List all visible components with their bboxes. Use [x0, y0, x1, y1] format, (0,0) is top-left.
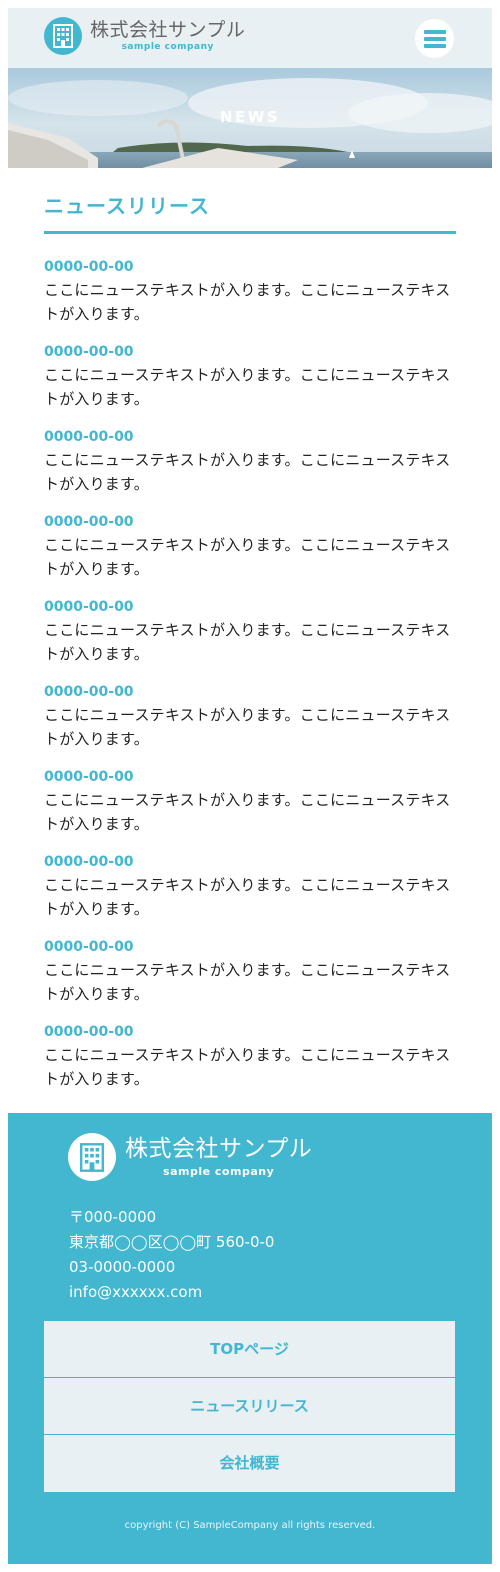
logo-company-name: 株式会社サンプル	[90, 18, 246, 41]
news-date: 0000-00-00	[44, 259, 134, 275]
news-text: ここにニューステキストが入ります。ここにニューステキストが入ります。	[44, 281, 451, 323]
site-logo[interactable]: 株式会社サンプル sample company	[44, 17, 245, 55]
building-icon	[44, 17, 82, 55]
site-header: 株式会社サンプル sample company	[8, 8, 492, 68]
building-icon	[68, 1133, 116, 1181]
hamburger-menu-icon[interactable]	[415, 19, 454, 58]
news-date: 0000-00-00	[44, 599, 134, 615]
footer-nav-company[interactable]: 会社概要	[44, 1435, 455, 1492]
footer-company-sub: sample company	[163, 1164, 275, 1178]
news-date: 0000-00-00	[44, 429, 134, 445]
news-item[interactable]: 0000-00-00 ここにニューステキストが入ります。ここにニューステキストが…	[44, 258, 456, 343]
news-date: 0000-00-00	[44, 939, 134, 955]
news-list: 0000-00-00 ここにニューステキストが入ります。ここにニューステキストが…	[44, 258, 456, 1108]
news-date: 0000-00-00	[44, 854, 134, 870]
page-title: ニュースリリース	[44, 190, 456, 234]
hero-banner: NEWS	[8, 68, 492, 168]
footer-address: 東京都◯◯区◯◯町 560-0-0	[69, 1233, 275, 1251]
footer-nav: TOPページ ニュースリリース 会社概要	[44, 1321, 455, 1492]
news-text: ここにニューステキストが入ります。ここにニューステキストが入ります。	[44, 621, 451, 663]
news-date: 0000-00-00	[44, 1024, 134, 1040]
news-item[interactable]: 0000-00-00 ここにニューステキストが入ります。ここにニューステキストが…	[44, 683, 456, 768]
logo-company-sub: sample company	[121, 41, 214, 52]
news-text: ここにニューステキストが入ります。ここにニューステキストが入ります。	[44, 1046, 451, 1088]
news-item[interactable]: 0000-00-00 ここにニューステキストが入ります。ここにニューステキストが…	[44, 768, 456, 853]
news-date: 0000-00-00	[44, 684, 134, 700]
news-date: 0000-00-00	[44, 344, 134, 360]
footer-logo[interactable]: 株式会社サンプル sample company	[68, 1133, 312, 1181]
footer-email: info@xxxxxx.com	[69, 1283, 203, 1301]
footer-company-name: 株式会社サンプル	[125, 1135, 313, 1162]
footer-phone: 03-0000-0000	[69, 1258, 176, 1276]
footer-contact: 〒000-0000 東京都◯◯区◯◯町 560-0-0 03-0000-0000…	[69, 1205, 274, 1305]
news-text: ここにニューステキストが入ります。ここにニューステキストが入ります。	[44, 876, 451, 918]
news-item[interactable]: 0000-00-00 ここにニューステキストが入ります。ここにニューステキストが…	[44, 598, 456, 683]
news-item[interactable]: 0000-00-00 ここにニューステキストが入ります。ここにニューステキストが…	[44, 938, 456, 1023]
news-text: ここにニューステキストが入ります。ここにニューステキストが入ります。	[44, 961, 451, 1003]
footer-postal-code: 〒000-0000	[69, 1208, 157, 1226]
footer-nav-top[interactable]: TOPページ	[44, 1321, 455, 1378]
site-footer: 株式会社サンプル sample company 〒000-0000 東京都◯◯区…	[8, 1113, 492, 1564]
copyright: copyright (C) SampleCompany all rights r…	[124, 1520, 376, 1531]
footer-nav-news[interactable]: ニュースリリース	[44, 1378, 455, 1435]
news-text: ここにニューステキストが入ります。ここにニューステキストが入ります。	[44, 366, 451, 408]
news-item[interactable]: 0000-00-00 ここにニューステキストが入ります。ここにニューステキストが…	[44, 1023, 456, 1108]
news-item[interactable]: 0000-00-00 ここにニューステキストが入ります。ここにニューステキストが…	[44, 513, 456, 598]
news-item[interactable]: 0000-00-00 ここにニューステキストが入ります。ここにニューステキストが…	[44, 853, 456, 938]
news-text: ここにニューステキストが入ります。ここにニューステキストが入ります。	[44, 536, 451, 578]
news-date: 0000-00-00	[44, 769, 134, 785]
news-text: ここにニューステキストが入ります。ここにニューステキストが入ります。	[44, 451, 451, 493]
hero-title: NEWS	[219, 108, 281, 126]
page-frame: 株式会社サンプル sample company NEWS ニュースリリース 00…	[8, 8, 492, 1564]
main-content: ニュースリリース 0000-00-00 ここにニューステキストが入ります。ここに…	[8, 190, 492, 1108]
news-text: ここにニューステキストが入ります。ここにニューステキストが入ります。	[44, 706, 451, 748]
news-text: ここにニューステキストが入ります。ここにニューステキストが入ります。	[44, 791, 451, 833]
news-item[interactable]: 0000-00-00 ここにニューステキストが入ります。ここにニューステキストが…	[44, 428, 456, 513]
news-date: 0000-00-00	[44, 514, 134, 530]
news-item[interactable]: 0000-00-00 ここにニューステキストが入ります。ここにニューステキストが…	[44, 343, 456, 428]
